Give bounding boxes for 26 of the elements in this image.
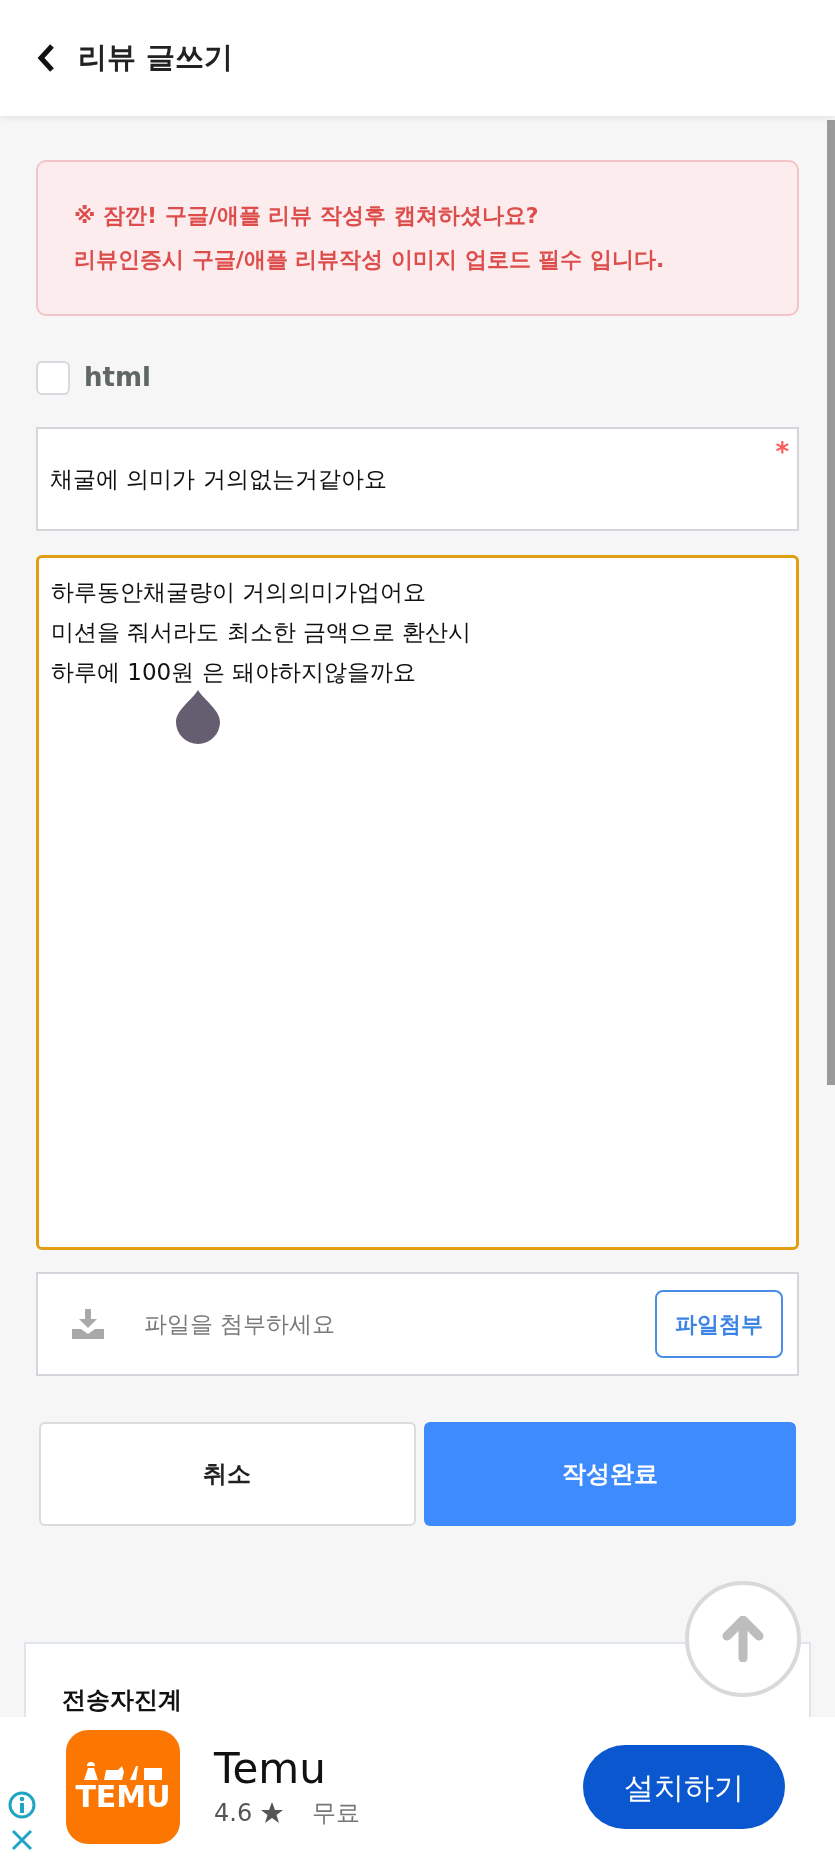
page-title: 리뷰 글쓰기	[78, 39, 234, 77]
star-icon	[260, 1801, 285, 1825]
attach-file-button[interactable]: 파일첨부	[655, 1290, 783, 1358]
checkbox-label: html	[84, 361, 151, 394]
app-price: 무료	[312, 1798, 361, 1829]
install-button[interactable]: 설치하기	[583, 1745, 785, 1829]
cursor-handle-icon[interactable]	[174, 688, 222, 744]
card-title: 전송자진계	[62, 1686, 182, 1714]
back-icon[interactable]	[36, 43, 56, 73]
notice-text: 리뷰인증시 구글/애플 리뷰작성 이미지 업로드 필수 입니다.	[74, 246, 666, 274]
logo-text: TEMU	[75, 1782, 171, 1812]
arrow-up-icon	[721, 1616, 765, 1662]
required-mark: *	[775, 436, 789, 469]
submit-button[interactable]: 작성완료	[423, 1422, 796, 1526]
info-icon[interactable]	[8, 1791, 36, 1819]
cancel-button[interactable]: 취소	[39, 1422, 416, 1526]
content-field[interactable]: 하루동안채굴량이 거의의미가업어요 미션을 줘서라도 최소한 금액으로 환산시 하루에 100원 은 돼야하지않을까요	[36, 555, 799, 1250]
attachment-placeholder: 파일을 첨부하세요	[144, 1309, 337, 1339]
app-name: Temu	[214, 1743, 327, 1795]
app-rating: 4.6	[214, 1798, 253, 1829]
checkbox[interactable]	[36, 360, 70, 395]
download-icon	[72, 1309, 104, 1339]
title-field[interactable]: 채굴에 의미가 거의없는거같아요 *	[36, 427, 799, 531]
file-input-field[interactable]: 파일을 첨부하세요 파일첨부	[36, 1272, 799, 1376]
notice-text: ※ 잠깐! 구글/애플 리뷰 작성후 캡쳐하셨나요?	[74, 202, 540, 230]
close-icon[interactable]	[11, 1829, 33, 1851]
